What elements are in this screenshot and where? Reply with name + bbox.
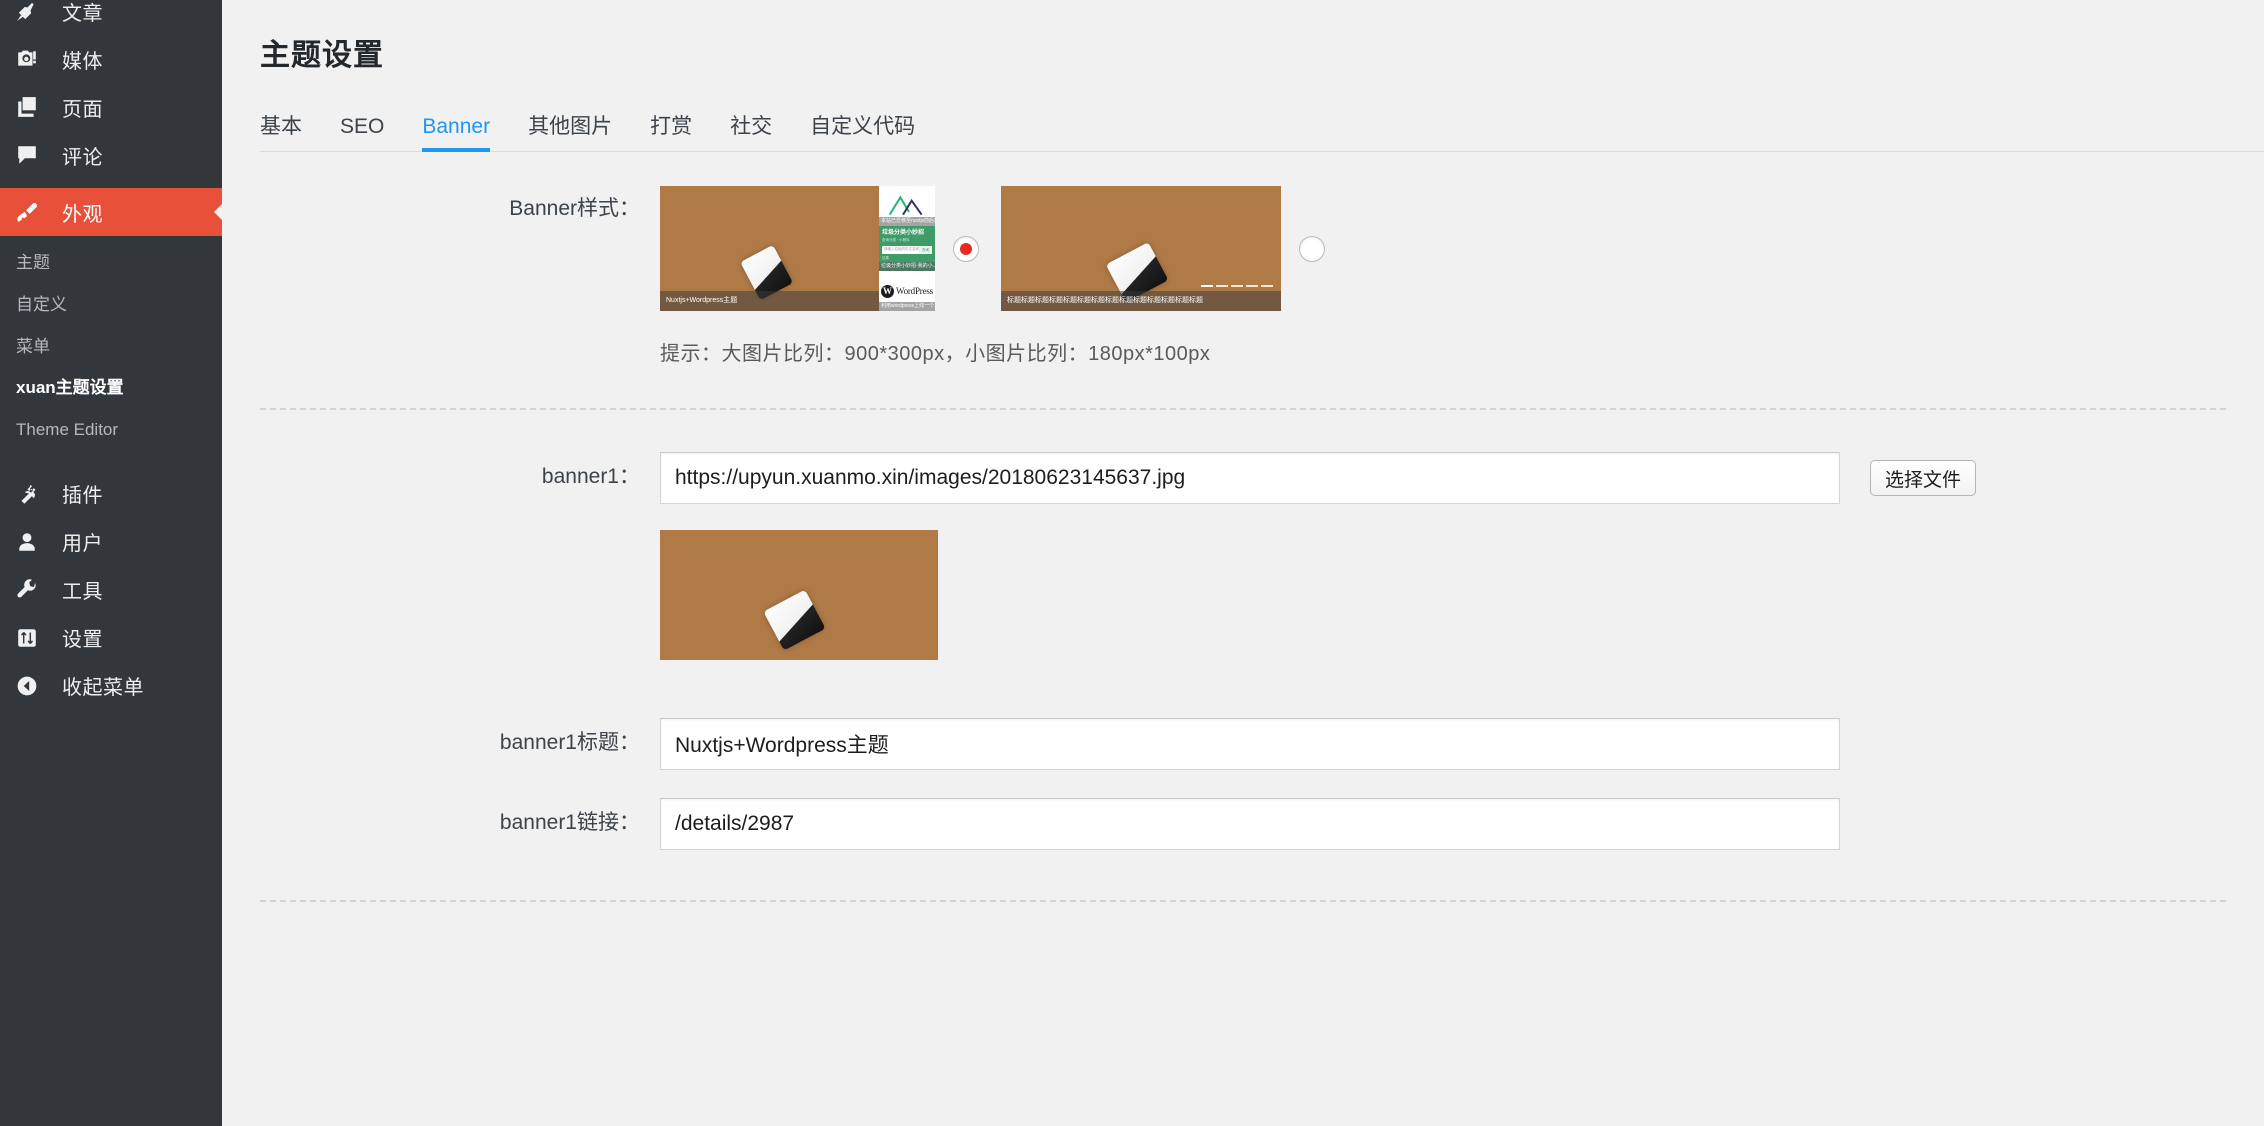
banner1-title-input[interactable] <box>660 718 1840 770</box>
banner-preview-photo: Nuxtjs+Wordpress主题 <box>660 186 879 311</box>
sidebar-item-collapse-menu[interactable]: 收起菜单 <box>0 662 222 710</box>
tab-basic[interactable]: 基本 <box>260 116 302 152</box>
appearance-submenu: 主题 自定义 菜单 xuan主题设置 Theme Editor <box>0 236 222 461</box>
tab-banner[interactable]: Banner <box>422 116 491 152</box>
banner1-url-row: banner1： 选择文件 <box>222 410 2264 660</box>
sidebar-item-comments[interactable]: 评论 <box>0 131 222 179</box>
submenu-item-theme-editor[interactable]: Theme Editor <box>0 409 222 451</box>
pages-icon <box>16 96 54 118</box>
banner-style-label: Banner样式： <box>509 197 640 220</box>
carousel-dots <box>1201 285 1273 287</box>
banner-style-radio-2[interactable] <box>1299 235 1325 262</box>
settings-sliders-icon <box>16 627 54 649</box>
banner1-preview-image <box>660 530 938 660</box>
banner1-link-row: banner1链接： <box>222 770 2264 850</box>
banner-preview-caption: 标题标题标题标题标题标题标题标题标题标题标题标题标题标题 <box>1001 291 1281 311</box>
sidebar-item-label: 媒体 <box>62 50 103 73</box>
banner-style-option-full-width[interactable]: 标题标题标题标题标题标题标题标题标题标题标题标题标题标题 <box>1001 186 1325 311</box>
green-card-input: 请输入垃圾的中文名称 查询 <box>882 245 932 254</box>
banner1-title-row: banner1标题： <box>222 660 2264 770</box>
sidebar-item-label: 评论 <box>62 146 103 169</box>
page-title: 主题设置 <box>260 39 384 72</box>
phone-in-hand-photo <box>660 530 938 660</box>
pin-icon <box>16 0 54 22</box>
sidebar-item-pages[interactable]: 页面 <box>0 83 222 131</box>
sidebar-item-label: 工具 <box>62 581 103 604</box>
sidebar-item-users[interactable]: 用户 <box>0 518 222 566</box>
wordpress-mark: W <box>881 284 894 298</box>
banner1-url-label: banner1： <box>541 465 640 488</box>
wordpress-wordmark: WordPress <box>896 286 933 297</box>
sidebar-item-media[interactable]: 媒体 <box>0 35 222 83</box>
green-card-input-placeholder: 请输入垃圾的中文名称 <box>884 247 919 252</box>
tools-wrench-icon <box>16 579 54 601</box>
tab-social[interactable]: 社交 <box>730 116 772 152</box>
sidebar-item-plugins[interactable]: 插件 <box>0 470 222 518</box>
side-card-nuxt: 本站已迁移至nuxtjs前后端分离... <box>879 186 935 226</box>
banner1-link-input[interactable] <box>660 798 1840 850</box>
users-icon <box>16 531 54 553</box>
sidebar-item-settings[interactable]: 设置 <box>0 614 222 662</box>
tab-seo[interactable]: SEO <box>340 116 384 152</box>
submenu-item-menus[interactable]: 菜单 <box>0 326 222 368</box>
radio-dot <box>960 242 972 255</box>
sidebar-item-label: 收起菜单 <box>62 677 144 700</box>
side-card-caption: 本站已迁移至nuxtjs前后端分离... <box>879 216 935 226</box>
sidebar-item-label: 文章 <box>62 2 103 25</box>
banner1-title-label: banner1标题： <box>499 731 640 754</box>
banner-preview-side-cards: 本站已迁移至nuxtjs前后端分离... 垃圾分类小妙招 查询分类 · 小程序 … <box>879 186 935 312</box>
green-card-subtitle: 查询分类 · 小程序 <box>882 237 910 242</box>
plugins-plug-icon <box>16 483 54 505</box>
banner1-link-label: banner1链接： <box>499 811 640 834</box>
side-card-caption: 利用wordpress上线一个... <box>879 302 935 312</box>
sidebar-item-label: 插件 <box>62 485 103 508</box>
submenu-item-customize[interactable]: 自定义 <box>0 284 222 326</box>
banner-style-option-with-sidebar[interactable]: Nuxtjs+Wordpress主题 本站已迁移至nuxtjs前后端分离... <box>660 186 979 312</box>
green-card-input-button: 查询 <box>919 245 932 254</box>
green-card-title: 垃圾分类小妙招 <box>882 229 925 236</box>
comments-icon <box>16 144 54 166</box>
settings-tabs: 基本 SEO Banner 其他图片 打赏 社交 自定义代码 <box>260 108 2264 152</box>
media-icon <box>16 48 54 70</box>
tab-custom-code[interactable]: 自定义代码 <box>810 116 915 152</box>
sidebar-item-tools[interactable]: 工具 <box>0 566 222 614</box>
sidebar-item-label: 外观 <box>62 203 103 226</box>
side-card-caption: 垃圾分类小妙招-我的小... <box>879 262 935 272</box>
tab-other-images[interactable]: 其他图片 <box>528 116 612 152</box>
banner1-choose-file-button[interactable]: 选择文件 <box>1870 460 1977 496</box>
sidebar-item-label: 设置 <box>62 629 103 652</box>
admin-sidebar: 文章 媒体 页面 评论 外观 主题 自定义 菜单 xuan主题设置 Theme … <box>0 0 222 1126</box>
banner-style-row: Banner样式： Nuxtjs+Wordpress主题 本站已迁移至nuxtj… <box>222 152 2264 366</box>
collapse-arrow-icon <box>16 675 54 697</box>
appearance-brush-icon <box>16 201 54 224</box>
banner-style-radio-1[interactable] <box>953 235 979 262</box>
green-card-extra: 结果 <box>882 255 889 260</box>
banner1-url-input[interactable] <box>660 452 1840 504</box>
banner-preview-caption: Nuxtjs+Wordpress主题 <box>660 291 879 311</box>
side-card-wordpress: W WordPress 利用wordpress上线一个... <box>879 271 935 312</box>
banner-size-hint: 提示：大图片比列：900*300px，小图片比列：180px*100px <box>660 343 1211 365</box>
nuxt-logo-icon <box>888 195 923 216</box>
tab-reward[interactable]: 打赏 <box>650 116 692 152</box>
submenu-item-themes[interactable]: 主题 <box>0 242 222 284</box>
submenu-item-xuan-theme-settings[interactable]: xuan主题设置 <box>0 367 222 409</box>
sidebar-item-label: 用户 <box>62 533 103 556</box>
banner-settings-form: Banner样式： Nuxtjs+Wordpress主题 本站已迁移至nuxtj… <box>222 152 2264 902</box>
main-content: 主题设置 基本 SEO Banner 其他图片 打赏 社交 自定义代码 Bann… <box>222 0 2264 1126</box>
sidebar-item-label: 页面 <box>62 98 103 121</box>
banner-style-preview-1: Nuxtjs+Wordpress主题 本站已迁移至nuxtjs前后端分离... <box>660 186 935 312</box>
sidebar-item-posts[interactable]: 文章 <box>0 0 222 35</box>
wordpress-logo-icon: W WordPress <box>881 284 933 298</box>
side-card-green: 垃圾分类小妙招 查询分类 · 小程序 请输入垃圾的中文名称 查询 结果 垃圾分类… <box>879 225 935 272</box>
section-divider-2 <box>260 900 2226 902</box>
banner-preview-photo-wide: 标题标题标题标题标题标题标题标题标题标题标题标题标题标题 <box>1001 186 1281 311</box>
banner-style-preview-2: 标题标题标题标题标题标题标题标题标题标题标题标题标题标题 <box>1001 186 1281 311</box>
sidebar-item-appearance[interactable]: 外观 <box>0 188 222 236</box>
